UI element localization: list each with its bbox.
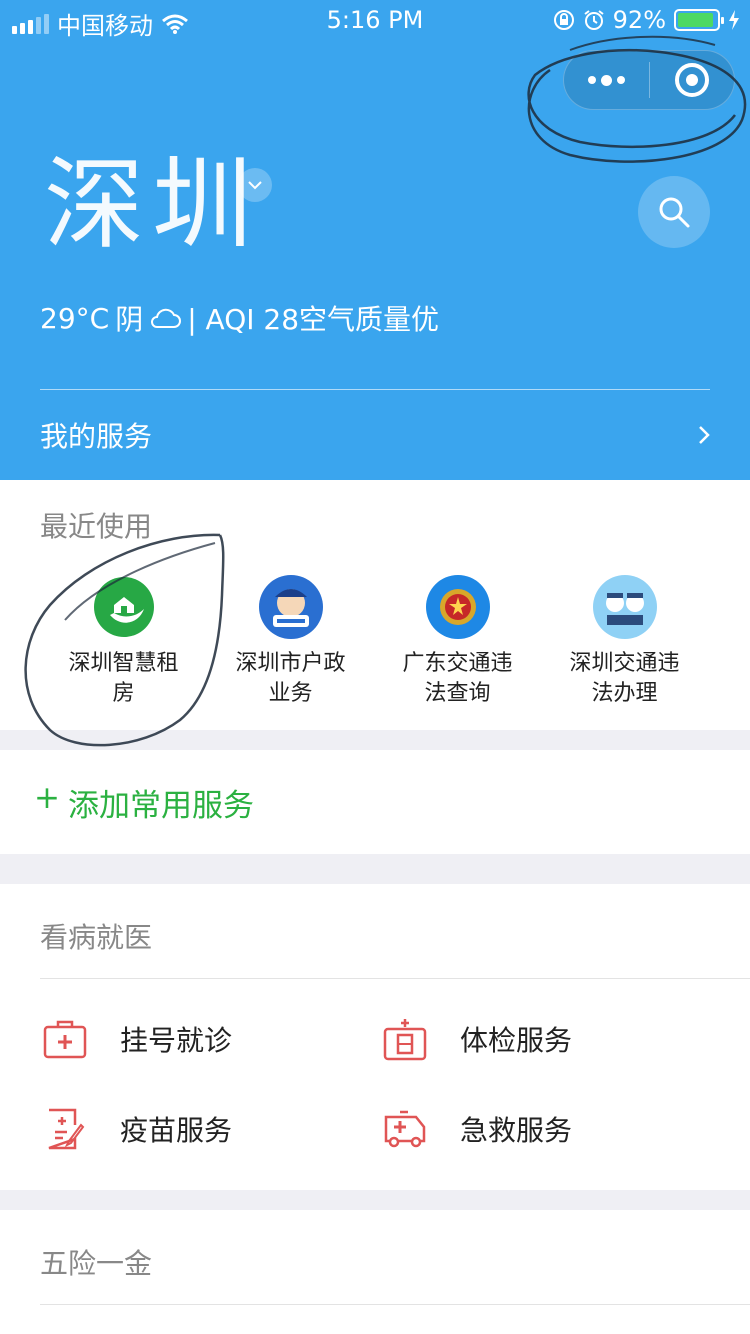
recent-item-label: 深圳交通违法办理 xyxy=(569,651,680,706)
add-service-card: + 添加常用服务 xyxy=(0,750,750,854)
service-label: 体检服务 xyxy=(460,1024,573,1057)
add-service-button[interactable]: + 添加常用服务 xyxy=(34,780,254,825)
ambulance-icon xyxy=(380,1106,430,1152)
police-emblem-icon xyxy=(425,575,490,639)
insurance-title: 五险一金 xyxy=(40,1247,153,1280)
insurance-section: 五险一金 xyxy=(0,1210,750,1334)
service-checkup[interactable]: 体检服务 xyxy=(380,1016,572,1062)
service-vaccine[interactable]: 疫苗服务 xyxy=(40,1106,232,1152)
aqi-text: | AQI 28空气质量优 xyxy=(187,303,440,336)
service-label: 急救服务 xyxy=(460,1114,573,1147)
recent-item-label: 广东交通违法查询 xyxy=(402,651,513,706)
city-name[interactable]: 深圳 xyxy=(44,155,260,255)
recent-item[interactable]: 深圳交通违法办理 xyxy=(541,575,708,709)
city-dropdown-button[interactable] xyxy=(238,168,272,202)
cloud-icon xyxy=(151,308,182,328)
medical-title: 看病就医 xyxy=(40,921,153,954)
service-emergency[interactable]: 急救服务 xyxy=(380,1106,572,1152)
medical-section: 看病就医 挂号就诊 体检服务 疫苗服务 急救服务 xyxy=(0,884,750,1190)
weather-condition: 阴 xyxy=(115,303,144,336)
traffic-police-icon xyxy=(592,575,657,639)
my-services-row[interactable]: 我的服务 xyxy=(40,415,710,455)
plus-icon: + xyxy=(34,780,60,816)
service-label: 挂号就诊 xyxy=(120,1024,233,1057)
my-services-label: 我的服务 xyxy=(40,420,153,453)
header: 中国移动 5:16 PM 92% 深圳 29°C 阴 | AQI 28空气质量优… xyxy=(0,0,750,480)
temperature: 29°C xyxy=(40,301,110,335)
recent-item-label: 深圳市户政业务 xyxy=(235,651,346,706)
hand-drawn-circle-annotation xyxy=(527,35,747,163)
section-divider xyxy=(40,978,750,979)
chevron-down-icon xyxy=(248,181,262,190)
vaccine-record-icon xyxy=(40,1106,90,1152)
hand-drawn-circle-annotation xyxy=(24,533,225,747)
service-label: 疫苗服务 xyxy=(120,1114,233,1147)
search-button[interactable] xyxy=(638,176,710,248)
service-registration[interactable]: 挂号就诊 xyxy=(40,1016,232,1062)
search-icon xyxy=(659,197,690,228)
chevron-right-icon xyxy=(699,426,710,444)
police-mascot-icon xyxy=(258,575,323,639)
add-service-label: 添加常用服务 xyxy=(67,788,254,824)
header-divider xyxy=(40,389,710,390)
weather-info: 29°C 阴 | AQI 28空气质量优 xyxy=(40,298,439,338)
section-divider xyxy=(40,1304,750,1305)
recent-item[interactable]: 广东交通违法查询 xyxy=(374,575,541,709)
checkup-icon xyxy=(380,1016,430,1062)
medical-kit-icon xyxy=(40,1016,90,1062)
